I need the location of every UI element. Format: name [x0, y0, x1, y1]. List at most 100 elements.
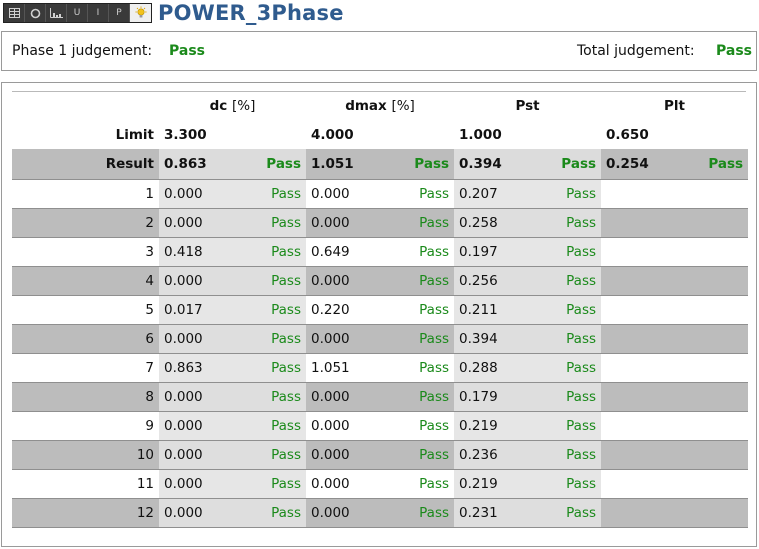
row-dmax-judgement: Pass — [380, 179, 455, 209]
row-pst: 0.207 — [454, 179, 528, 209]
row-plt-judgement — [675, 179, 749, 209]
table-row: 4 0.000 Pass 0.000 Pass 0.256 Pass — [12, 266, 749, 296]
total-judgement-label: Total judgement: — [577, 43, 695, 59]
row-index: 6 — [12, 324, 159, 354]
row-dmax: 0.000 — [306, 324, 380, 354]
row-dc-judgement: Pass — [232, 208, 306, 238]
column-header-pst: Pst — [515, 97, 540, 114]
row-pst-judgement: Pass — [527, 382, 602, 412]
row-dmax-judgement: Pass — [380, 353, 455, 383]
row-plt — [601, 498, 676, 528]
table-row: 9 0.000 Pass 0.000 Pass 0.219 Pass — [12, 411, 749, 441]
row-dc: 0.000 — [159, 498, 232, 528]
result-label: Result — [12, 149, 159, 180]
row-index: 7 — [12, 353, 159, 383]
table-icon[interactable] — [4, 4, 25, 22]
row-plt — [601, 266, 676, 296]
row-pst-judgement: Pass — [527, 266, 602, 296]
row-dc-judgement: Pass — [232, 266, 306, 296]
bar-chart-icon[interactable] — [46, 4, 67, 22]
result-dmax: 1.051 — [306, 149, 380, 180]
row-index: 10 — [12, 440, 159, 470]
row-plt — [601, 295, 676, 325]
row-pst-judgement: Pass — [527, 498, 602, 528]
row-dmax: 0.000 — [306, 411, 380, 441]
current-icon[interactable]: I — [88, 4, 109, 22]
row-dc: 0.000 — [159, 324, 232, 354]
table-row: 5 0.017 Pass 0.220 Pass 0.211 Pass — [12, 295, 749, 325]
row-dc-judgement: Pass — [232, 295, 306, 325]
row-plt-judgement — [675, 440, 749, 470]
row-pst: 0.197 — [454, 237, 528, 267]
row-pst-judgement: Pass — [527, 353, 602, 383]
power-icon[interactable]: P — [109, 4, 130, 22]
limit-dmax: 4.000 — [311, 126, 354, 143]
row-dc-judgement: Pass — [232, 469, 306, 499]
row-pst: 0.211 — [454, 295, 528, 325]
judgement-panel: Phase 1 judgement: Pass Total judgement:… — [1, 31, 757, 71]
row-pst-judgement: Pass — [527, 295, 602, 325]
row-plt — [601, 469, 676, 499]
result-pst-judgement: Pass — [527, 149, 602, 180]
limit-pst: 1.000 — [459, 126, 502, 143]
row-plt-judgement — [675, 266, 749, 296]
row-plt-judgement — [675, 411, 749, 441]
row-dc: 0.017 — [159, 295, 232, 325]
row-dmax: 0.000 — [306, 382, 380, 412]
row-pst: 0.179 — [454, 382, 528, 412]
row-plt-judgement — [675, 208, 749, 238]
row-pst: 0.258 — [454, 208, 528, 238]
row-dmax: 0.000 — [306, 498, 380, 528]
row-dc-judgement: Pass — [232, 237, 306, 267]
row-pst: 0.394 — [454, 324, 528, 354]
row-plt-judgement — [675, 324, 749, 354]
row-dmax-judgement: Pass — [380, 469, 455, 499]
row-pst-judgement: Pass — [527, 411, 602, 441]
column-header-plt: Plt — [664, 97, 686, 114]
row-dc: 0.000 — [159, 179, 232, 209]
row-pst-judgement: Pass — [527, 324, 602, 354]
lightbulb-icon[interactable] — [130, 4, 151, 22]
table-row: 2 0.000 Pass 0.000 Pass 0.258 Pass — [12, 208, 749, 238]
row-pst-judgement: Pass — [527, 440, 602, 470]
table-row: 8 0.000 Pass 0.000 Pass 0.179 Pass — [12, 382, 749, 412]
row-index: 4 — [12, 266, 159, 296]
row-dc-judgement: Pass — [232, 411, 306, 441]
row-dmax-judgement: Pass — [380, 266, 455, 296]
results-table: dc [%] dmax [%] Pst Plt Limit 3.300 4.00… — [12, 91, 749, 528]
result-dc-judgement: Pass — [232, 149, 306, 180]
row-pst: 0.236 — [454, 440, 528, 470]
row-index: 11 — [12, 469, 159, 499]
result-plt-judgement: Pass — [675, 149, 749, 180]
row-dc: 0.000 — [159, 440, 232, 470]
row-dc: 0.000 — [159, 382, 232, 412]
row-index: 5 — [12, 295, 159, 325]
row-index: 3 — [12, 237, 159, 267]
row-pst: 0.219 — [454, 411, 528, 441]
row-pst-judgement: Pass — [527, 237, 602, 267]
row-dmax: 0.649 — [306, 237, 380, 267]
row-dc: 0.000 — [159, 469, 232, 499]
title-bar: U I P POWER_3Phase — [3, 1, 344, 25]
row-plt — [601, 440, 676, 470]
row-dmax-judgement: Pass — [380, 208, 455, 238]
row-pst: 0.219 — [454, 469, 528, 499]
row-plt-judgement — [675, 469, 749, 499]
row-pst-judgement: Pass — [527, 179, 602, 209]
voltage-icon[interactable]: U — [67, 4, 88, 22]
row-index: 9 — [12, 411, 159, 441]
row-pst: 0.256 — [454, 266, 528, 296]
row-plt — [601, 237, 676, 267]
table-row: 12 0.000 Pass 0.000 Pass 0.231 Pass — [12, 498, 749, 528]
row-plt-judgement — [675, 353, 749, 383]
result-dc: 0.863 — [159, 149, 232, 180]
header-row: dc [%] dmax [%] Pst Plt — [12, 91, 748, 120]
row-dmax: 0.000 — [306, 440, 380, 470]
row-plt-judgement — [675, 382, 749, 412]
row-dc: 0.863 — [159, 353, 232, 383]
row-plt — [601, 208, 676, 238]
limit-row: Limit 3.300 4.000 1.000 0.650 — [12, 120, 748, 149]
row-pst-judgement: Pass — [527, 469, 602, 499]
circle-icon[interactable] — [25, 4, 46, 22]
phase-judgement-value: Pass — [169, 43, 205, 59]
